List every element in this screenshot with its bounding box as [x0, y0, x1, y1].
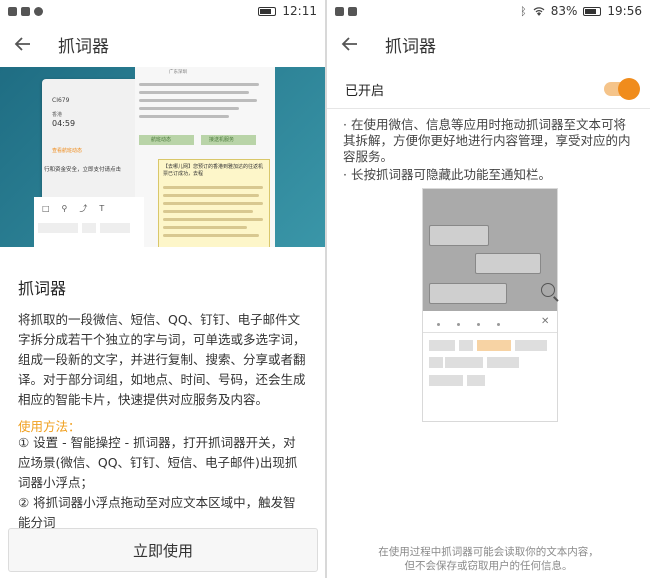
feature-description: · 在使用微信、信息等应用时拖动抓词器至文本可将其拆解，方便你更好地进行内容管理… — [343, 117, 638, 185]
right-phone-screen: ᛒ 83% 19:56 抓词器 已开启 · 在使用微信、信息等应用时拖动抓词器至… — [327, 0, 650, 578]
sms-bubble: 【去哪儿网】您预订的香港到雅加达的往返机票已订成功，去程 — [158, 159, 270, 247]
enable-setting-row: 已开启 — [327, 70, 650, 108]
toggle-label: 已开启 — [345, 83, 385, 99]
sheet-title: 抓词器 — [18, 279, 67, 298]
usage-step-1: ① 设置 - 智能操控 - 抓词器，打开抓词器开关，对应场景(微信、QQ、钉钉、… — [18, 435, 298, 490]
status-bar: ᛒ 83% 19:56 — [327, 0, 650, 22]
use-now-button[interactable]: 立即使用 — [8, 528, 318, 572]
bluetooth-icon: ᛒ — [520, 4, 527, 18]
notification-icon — [348, 6, 357, 16]
left-phone-screen: 12:11 抓词器 CI679 香港 04:59 查看航班动态 行和资金安全，立… — [0, 0, 325, 578]
app-bar: 抓词器 — [0, 22, 325, 66]
battery-icon — [583, 6, 602, 16]
page-title: 抓词器 — [385, 36, 436, 57]
notification-icon — [8, 6, 17, 16]
chat-bubble — [429, 283, 507, 304]
battery-icon — [258, 6, 277, 16]
wifi-icon — [533, 7, 545, 16]
status-bar: 12:11 — [0, 0, 325, 22]
magnifier-icon — [541, 283, 555, 297]
description-line-1: · 在使用微信、信息等应用时拖动抓词器至文本可将其拆解，方便你更好地进行内容管理… — [343, 117, 631, 164]
page-title: 抓词器 — [58, 36, 109, 57]
close-icon: ✕ — [541, 316, 550, 327]
status-time: 12:11 — [282, 4, 317, 18]
divider — [327, 108, 650, 109]
toggle-knob — [618, 78, 640, 100]
chat-area — [423, 189, 557, 311]
battery-percent: 83% — [550, 4, 578, 18]
usage-illustration: ✕ — [422, 188, 558, 422]
chat-bubble — [429, 225, 489, 246]
feature-preview-image: CI679 香港 04:59 查看航班动态 行和资金安全，立即支付请点击 广东深… — [0, 67, 325, 247]
back-arrow-icon[interactable] — [339, 33, 361, 55]
notification-icon — [335, 6, 344, 16]
chat-bubble — [475, 253, 541, 274]
grab-toolbar: □⚲⤴T — [34, 197, 144, 247]
enable-toggle[interactable] — [604, 78, 640, 100]
usage-step-2: ② 将抓词器小浮点拖动至对应文本区域中，触发智能分词 — [18, 495, 296, 530]
back-arrow-icon[interactable] — [12, 33, 34, 55]
app-bar: 抓词器 — [327, 22, 650, 66]
usage-steps: ① 设置 - 智能操控 - 抓词器，打开抓词器开关，对应场景(微信、QQ、钉钉、… — [18, 433, 308, 533]
feature-description: 将抓取的一段微信、短信、QQ、钉钉、电子邮件文字拆分成若干个独立的字与词，可单选… — [18, 312, 306, 407]
status-time: 19:56 — [607, 4, 642, 18]
notification-icon — [21, 6, 30, 16]
privacy-note: 在使用过程中抓词器可能会读取你的文本内容， 但不会保存或窃取用户的任何信息。 — [378, 546, 599, 572]
notification-icon — [34, 6, 43, 16]
description-line-2: · 长按抓词器可隐藏此功能至通知栏。 — [343, 167, 551, 182]
